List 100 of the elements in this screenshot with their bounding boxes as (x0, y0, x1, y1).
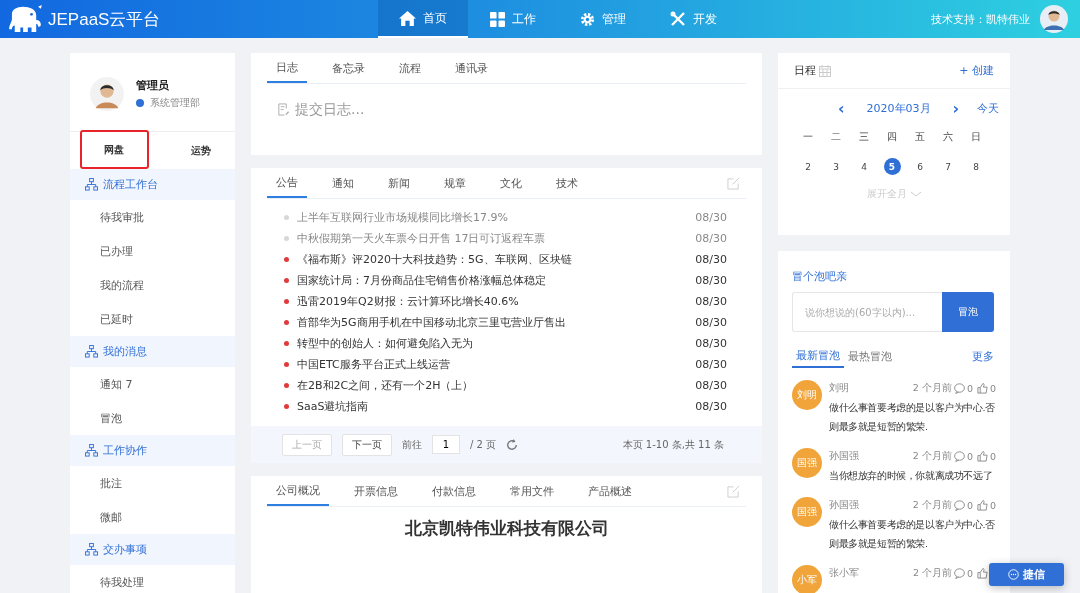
comment-count: 0 (966, 382, 973, 394)
previous-month-button[interactable]: ‹ (838, 99, 845, 118)
news-link[interactable]: SaaS避坑指南 (297, 399, 369, 414)
user-avatar: 小军 (792, 565, 822, 593)
poster-name: 孙国强 (829, 498, 859, 512)
card-tab[interactable]: 技术 (547, 168, 587, 198)
bubble-submit-button[interactable]: 冒泡 (942, 292, 994, 332)
card-tab[interactable]: 产品概述 (579, 476, 641, 506)
sidebar-group-header[interactable]: 流程工作台 (70, 169, 235, 200)
card-tab[interactable]: 备忘录 (323, 53, 374, 83)
page-number-field[interactable]: 1 (432, 435, 460, 454)
news-date: 08/30 (695, 337, 727, 350)
card-tab[interactable]: 文化 (491, 168, 531, 198)
next-month-button[interactable]: › (952, 99, 960, 118)
news-link[interactable]: 国家统计局：7月份商品住宅销售价格涨幅总体稳定 (297, 273, 546, 288)
calendar-day[interactable]: 5 (883, 158, 901, 175)
weekday-label: 一 (803, 130, 813, 144)
comment-count: 0 (966, 499, 973, 511)
weekday-label: 日 (971, 130, 981, 144)
user-avatar: 刘明 (792, 380, 822, 410)
card-tab[interactable]: 付款信息 (423, 476, 485, 506)
news-link[interactable]: 首部华为5G商用手机在中国移动北京三里屯营业厅售出 (297, 315, 566, 330)
news-date: 08/30 (695, 253, 727, 266)
bubble-input-field[interactable]: 说你想说的(60字以内)... (792, 292, 942, 332)
user-avatar: 国强 (792, 448, 822, 478)
card-tab[interactable]: 通讯录 (446, 53, 497, 83)
news-link[interactable]: 迅雷2019年Q2财报：云计算环比增长40.6% (297, 294, 519, 309)
news-date: 08/30 (695, 295, 727, 308)
card-tab[interactable]: 常用文件 (501, 476, 563, 506)
calendar-day[interactable]: 7 (939, 158, 957, 175)
news-date: 08/30 (695, 211, 727, 224)
post-time: 2 个月前 (912, 449, 952, 463)
bubble-tab[interactable]: 最热冒泡 (844, 344, 896, 368)
more-link[interactable]: 更多 (972, 348, 994, 364)
news-link[interactable]: 中国ETC服务平台正式上线运营 (297, 357, 450, 372)
news-date: 08/30 (695, 232, 727, 245)
sidebar-group-header[interactable]: 我的消息 (70, 336, 235, 367)
sidebar-item[interactable]: 批注 (70, 466, 235, 500)
comment-count: 0 (966, 450, 973, 462)
card-tab[interactable]: 规章 (435, 168, 475, 198)
sidebar-item[interactable]: 冒泡 (70, 401, 235, 435)
card-tab[interactable]: 流程 (390, 53, 430, 83)
profile-tab[interactable]: 网盘 (80, 130, 149, 169)
profile-tab[interactable]: 运势 (168, 132, 233, 169)
goto-label: 前往 (402, 437, 422, 452)
news-link[interactable]: 转型中的创始人：如何避免陷入无为 (297, 336, 473, 351)
card-tab[interactable]: 日志 (267, 53, 307, 83)
comment-count: 0 (966, 567, 973, 579)
post-text: 当你想放弃的时候，你就离成功不远了 (829, 469, 994, 483)
month-label: 2020年03月 (866, 101, 931, 116)
calendar-day[interactable]: 2 (799, 158, 817, 175)
create-link[interactable]: + 创建 (959, 63, 994, 78)
page-total: / 2 页 (470, 437, 497, 452)
calendar-day[interactable]: 8 (967, 158, 985, 175)
sidebar-group-header[interactable]: 交办事项 (70, 534, 235, 565)
card-tab[interactable]: 开票信息 (345, 476, 407, 506)
weekday-label: 五 (915, 130, 925, 144)
sidebar-item[interactable]: 微邮 (70, 500, 235, 534)
weekday-label: 四 (887, 130, 897, 144)
card-tab[interactable]: 公司概况 (267, 476, 329, 506)
sidebar-item[interactable]: 待我审批 (70, 200, 235, 234)
support-text: 技术支持：凯特伟业 (931, 11, 1030, 27)
user-name: 管理员 (136, 78, 170, 93)
like-count: 0 (989, 499, 996, 511)
user-avatar: 国强 (792, 497, 822, 527)
news-date: 08/30 (695, 400, 727, 413)
next-page-button[interactable]: 下一页 (342, 433, 392, 456)
news-date: 08/30 (695, 274, 727, 287)
news-link[interactable]: 在2B和2C之间，还有一个2H（上） (297, 378, 474, 393)
weekday-label: 六 (943, 130, 953, 144)
today-link[interactable]: 今天 (977, 101, 1000, 116)
weekday-label: 三 (859, 130, 869, 144)
sidebar-item[interactable]: 通知 7 (70, 367, 235, 401)
news-date: 08/30 (695, 316, 727, 329)
card-tab[interactable]: 新闻 (379, 168, 419, 198)
bubble-tab[interactable]: 最新冒泡 (792, 344, 844, 368)
card-tab[interactable]: 通知 (323, 168, 363, 198)
logo-text: JEPaaS云平台 (48, 8, 161, 31)
post-time: 2 个月前 (912, 381, 952, 395)
chat-button[interactable]: 捷信 (989, 563, 1064, 586)
weekday-label: 二 (831, 130, 841, 144)
sidebar-item[interactable]: 已办理 (70, 234, 235, 268)
department-text: 系统管理部 (150, 96, 200, 110)
calendar-day[interactable]: 3 (827, 158, 845, 175)
news-link[interactable]: 上半年互联网行业市场规模同比增长17.9% (297, 210, 508, 225)
nav-tab[interactable]: 首页 (378, 0, 468, 38)
sidebar-item[interactable]: 已延时 (70, 302, 235, 336)
post-time: 2 个月前 (912, 498, 952, 512)
page-summary: 本页 1-10 条,共 11 条 (622, 437, 724, 452)
sidebar-group-header[interactable]: 工作协作 (70, 435, 235, 466)
news-link[interactable]: 《福布斯》评2020十大科技趋势：5G、车联网、区块链 (297, 252, 572, 267)
sidebar-item[interactable]: 待我处理 (70, 565, 235, 593)
sidebar-item[interactable]: 我的流程 (70, 268, 235, 302)
post-time: 2 个月前 (912, 566, 952, 580)
news-link[interactable]: 中秋假期第一天火车票今日开售 17日可订返程车票 (297, 231, 546, 246)
calendar-title: 日程 (794, 63, 816, 78)
calendar-day[interactable]: 6 (911, 158, 929, 175)
calendar-day[interactable]: 4 (855, 158, 873, 175)
card-tab[interactable]: 公告 (267, 168, 307, 198)
like-count: 0 (989, 450, 996, 462)
